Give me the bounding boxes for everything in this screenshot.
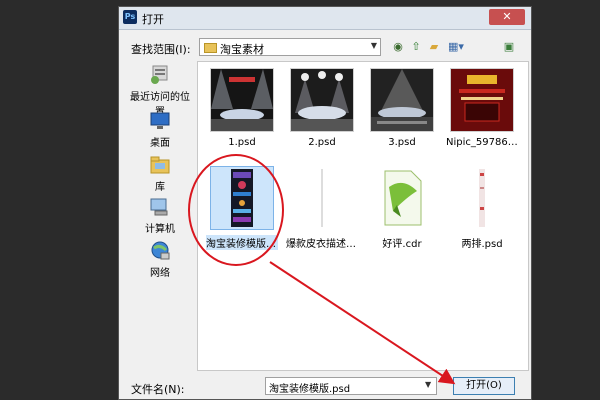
window-title: 打开: [142, 13, 164, 26]
file-item[interactable]: 两排.psd: [446, 166, 518, 250]
place-label: 桌面: [150, 138, 170, 149]
network-icon: [149, 241, 171, 261]
file-item[interactable]: 3.psd: [366, 68, 438, 148]
place-libraries[interactable]: 库: [129, 155, 191, 193]
new-folder-button[interactable]: ▰: [427, 39, 441, 55]
blank-thumbnail: [290, 166, 354, 230]
file-item[interactable]: 1.psd: [206, 68, 278, 148]
place-label: 库: [155, 182, 165, 193]
file-name: Nipic_5978622_...: [446, 137, 518, 148]
stage-thumbnail: [370, 68, 434, 132]
libraries-icon: [149, 155, 171, 175]
file-item[interactable]: Nipic_5978622_...: [446, 68, 518, 148]
long-page-thumbnail: [210, 166, 274, 230]
look-in-value: 淘宝素材: [220, 43, 264, 56]
close-button[interactable]: ✕: [489, 9, 525, 25]
open-dialog: Ps 打开 ✕ 查找范围(I): 淘宝素材 ▼ ◉ ⇧ ▰ ▦▾ ▣ 最近访问的…: [118, 6, 532, 400]
file-name: 淘宝装修模版.psd: [206, 235, 278, 250]
look-in-combo[interactable]: 淘宝素材 ▼: [199, 38, 381, 56]
computer-icon: [149, 197, 171, 217]
poster-thumbnail: [450, 68, 514, 132]
file-name: 爆款皮衣描述.psd: [286, 239, 358, 250]
file-name: 好评.cdr: [382, 239, 422, 250]
look-in-label: 查找范围(I):: [131, 43, 191, 56]
file-item[interactable]: 爆款皮衣描述.psd: [286, 166, 358, 250]
extra-toolbar-button[interactable]: ▣: [501, 39, 517, 55]
open-button[interactable]: 打开(O): [453, 377, 515, 395]
stage-thumbnail: [210, 68, 274, 132]
up-folder-button[interactable]: ⇧: [409, 39, 423, 55]
views-menu-button[interactable]: ▦▾: [445, 39, 467, 55]
place-label: 计算机: [145, 224, 175, 235]
file-name: 3.psd: [388, 137, 416, 148]
stage-thumbnail: [290, 68, 354, 132]
file-list[interactable]: 1.psd 2.psd 3.psd Nipic_5978622_... 淘宝装修…: [197, 61, 529, 371]
back-button[interactable]: ◉: [391, 39, 405, 55]
cdr-file-icon: [370, 166, 434, 230]
place-computer[interactable]: 计算机: [129, 197, 191, 235]
file-item-selected[interactable]: 淘宝装修模版.psd: [206, 166, 278, 250]
strip-thumbnail: [450, 166, 514, 230]
file-name: 1.psd: [228, 137, 256, 148]
file-name-input[interactable]: 淘宝装修模版.psd: [265, 377, 437, 395]
place-label: 网络: [150, 268, 170, 279]
place-network[interactable]: 网络: [129, 241, 191, 279]
photoshop-icon: Ps: [123, 10, 137, 24]
desktop-icon: [149, 111, 171, 131]
file-name: 2.psd: [308, 137, 336, 148]
file-item[interactable]: 2.psd: [286, 68, 358, 148]
folder-icon: [204, 43, 217, 53]
file-name-label: 文件名(N):: [131, 383, 185, 396]
file-item[interactable]: 好评.cdr: [366, 166, 438, 250]
places-bar: 最近访问的位置 桌面 库 计算机 网络: [129, 61, 191, 371]
recent-places-icon: [149, 65, 171, 85]
title-bar[interactable]: Ps 打开 ✕: [119, 7, 531, 30]
place-desktop[interactable]: 桌面: [129, 111, 191, 149]
chevron-down-icon[interactable]: ▼: [425, 380, 431, 389]
chevron-down-icon[interactable]: ▼: [371, 41, 377, 50]
file-name: 两排.psd: [461, 239, 503, 250]
